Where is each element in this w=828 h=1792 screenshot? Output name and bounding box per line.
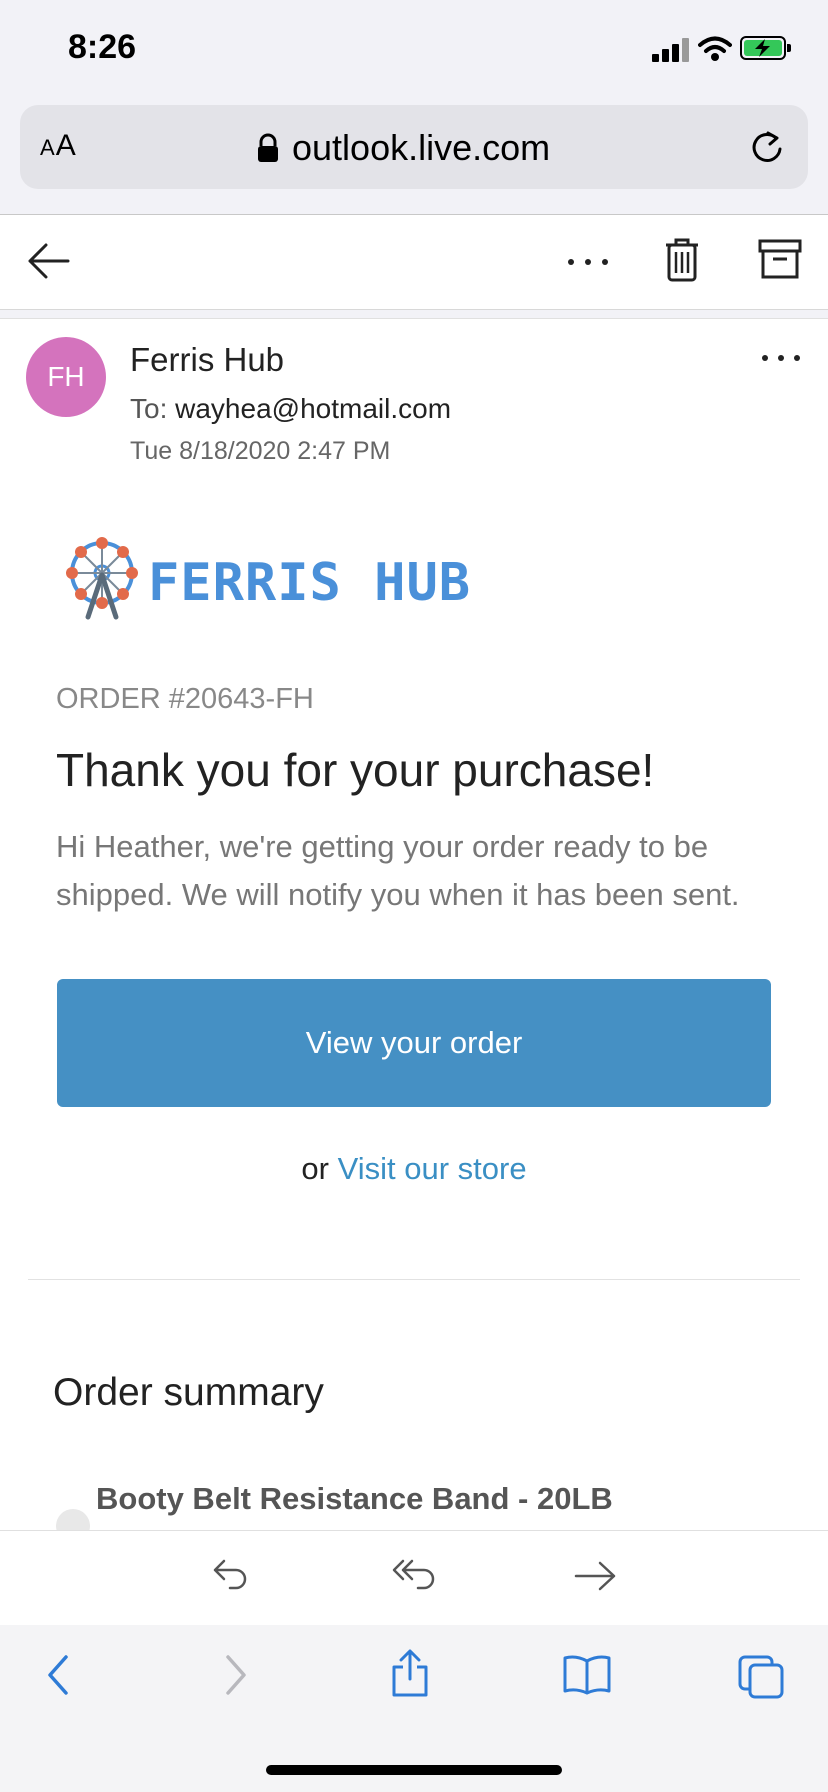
order-summary-heading: Order summary [53, 1371, 324, 1414]
email-date: Tue 8/18/2020 2:47 PM [130, 437, 391, 465]
text-size-button[interactable]: AA [40, 129, 77, 163]
recipient-line: To: wayhea@hotmail.com [130, 393, 451, 425]
section-divider [28, 1279, 800, 1280]
tabs-icon[interactable] [738, 1655, 784, 1699]
ferris-wheel-logo-icon [66, 537, 138, 620]
forward-icon[interactable] [574, 1557, 618, 1595]
view-order-button[interactable]: View your order [57, 979, 771, 1107]
trash-icon[interactable] [664, 237, 700, 283]
share-icon[interactable] [390, 1649, 430, 1697]
status-bar: 8:26 [0, 0, 828, 100]
order-item-name: Booty Belt Resistance Band - 20LB [96, 1481, 613, 1516]
url-text[interactable]: outlook.live.com [292, 127, 550, 169]
mail-header-toolbar [0, 214, 828, 310]
address-bar[interactable]: AA outlook.live.com [20, 105, 808, 189]
message-more-icon[interactable] [760, 353, 802, 363]
cellular-signal-icon [652, 38, 690, 62]
visit-store-link[interactable]: Visit our store [338, 1151, 527, 1186]
battery-charging-icon [740, 36, 791, 60]
brand-logo-text: FERRIS HUB [148, 553, 472, 613]
email-message-text: Hi Heather, we're getting your order rea… [56, 829, 740, 912]
browser-back-icon[interactable] [46, 1655, 70, 1695]
mail-action-bar [0, 1530, 828, 1626]
bookmarks-icon[interactable] [562, 1655, 612, 1695]
archive-icon[interactable] [758, 239, 802, 279]
product-thumbnail [56, 1509, 90, 1531]
visit-store-line: or Visit our store [0, 1151, 828, 1187]
email-headline: Thank you for your purchase! [56, 744, 655, 796]
lock-icon [258, 133, 278, 162]
reload-icon[interactable] [750, 129, 784, 165]
order-number: ORDER #20643-FH [56, 683, 314, 715]
status-time: 8:26 [68, 28, 137, 66]
alt-prefix: or [301, 1151, 329, 1186]
home-indicator[interactable] [266, 1765, 562, 1775]
reply-icon[interactable] [212, 1557, 248, 1595]
more-options-icon[interactable] [566, 257, 610, 267]
to-label: To: [130, 393, 168, 424]
email-message: FH Ferris Hub To: wayhea@hotmail.com Tue… [0, 318, 828, 1531]
browser-forward-icon[interactable] [224, 1655, 248, 1695]
sender-avatar: FH [26, 337, 106, 417]
recipient-address[interactable]: wayhea@hotmail.com [175, 393, 451, 424]
reply-all-icon[interactable] [392, 1557, 438, 1595]
sender-name[interactable]: Ferris Hub [130, 341, 284, 379]
wifi-icon [698, 36, 732, 61]
back-arrow-icon[interactable] [26, 241, 70, 281]
